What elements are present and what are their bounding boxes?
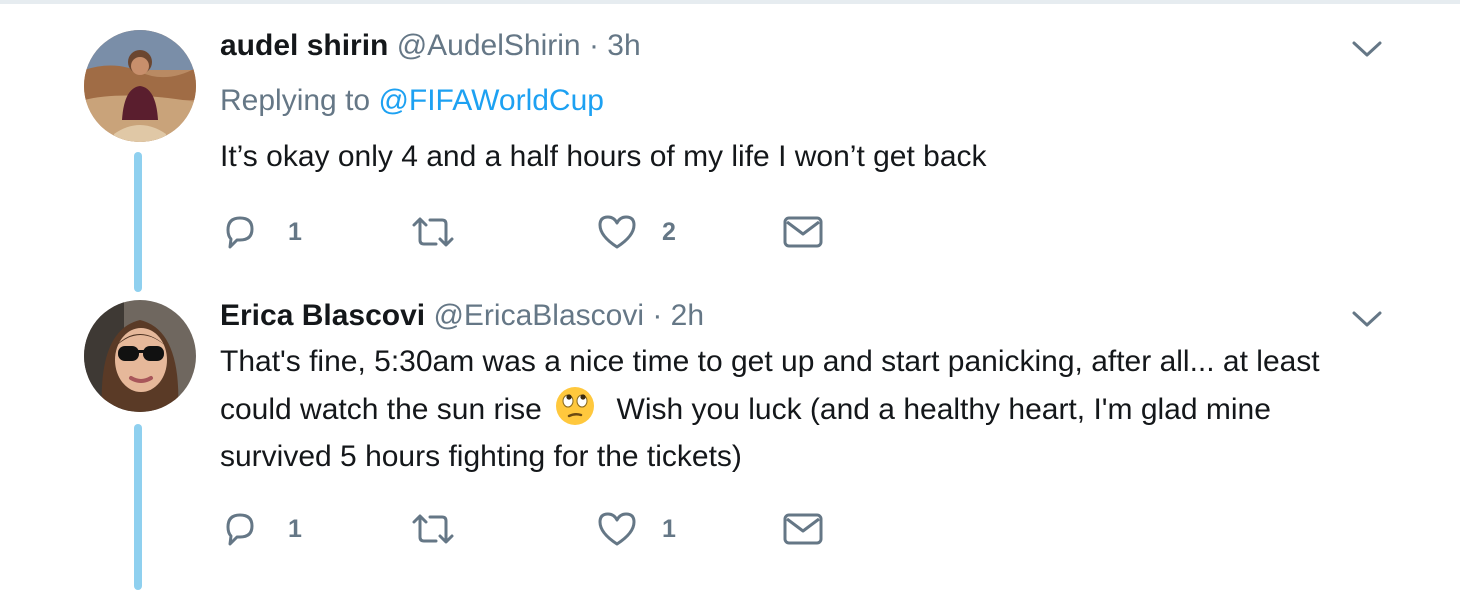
username[interactable]: @EricaBlascovi bbox=[433, 299, 644, 332]
chevron-down-icon[interactable] bbox=[1350, 38, 1384, 60]
reply-count: 1 bbox=[288, 218, 302, 246]
replying-prefix: Replying to bbox=[220, 84, 371, 117]
fullname[interactable]: Erica Blascovi bbox=[220, 299, 425, 332]
separator: · bbox=[652, 299, 663, 332]
like-icon bbox=[598, 215, 636, 249]
timestamp[interactable]: 3h bbox=[607, 29, 640, 62]
like-count: 2 bbox=[662, 218, 676, 246]
reply-button[interactable]: 1 bbox=[220, 509, 310, 549]
reply-count: 1 bbox=[288, 515, 302, 543]
retweet-icon bbox=[412, 514, 454, 544]
reply-button[interactable]: 1 bbox=[220, 212, 310, 252]
thread-line bbox=[134, 152, 142, 292]
rolling-eyes-emoji bbox=[554, 385, 596, 427]
like-button[interactable]: 1 bbox=[596, 509, 686, 549]
top-divider bbox=[0, 0, 1460, 4]
tweet-header: audel shirin @AudelShirin · 3h bbox=[220, 28, 641, 64]
avatar[interactable] bbox=[84, 30, 196, 142]
like-icon bbox=[598, 512, 636, 546]
reply-icon bbox=[226, 513, 254, 546]
direct-message-icon bbox=[783, 513, 823, 545]
avatar[interactable] bbox=[84, 300, 196, 412]
retweet-button[interactable] bbox=[410, 509, 470, 549]
direct-message-button[interactable] bbox=[782, 509, 824, 549]
separator: · bbox=[588, 29, 599, 62]
username[interactable]: @AudelShirin bbox=[397, 29, 581, 62]
thread-line bbox=[134, 424, 142, 590]
tweet-text: That's fine, 5:30am was a nice time to g… bbox=[220, 338, 1380, 480]
retweet-icon bbox=[412, 217, 454, 247]
like-count: 1 bbox=[662, 515, 676, 543]
replying-to: Replying to @FIFAWorldCup bbox=[220, 83, 604, 119]
reply-icon bbox=[226, 216, 254, 249]
retweet-button[interactable] bbox=[410, 212, 470, 252]
like-button[interactable]: 2 bbox=[596, 212, 686, 252]
timestamp[interactable]: 2h bbox=[671, 299, 704, 332]
direct-message-icon bbox=[783, 216, 823, 248]
replying-mention-link[interactable]: @FIFAWorldCup bbox=[378, 84, 604, 117]
tweet-text-content: It’s okay only 4 and a half hours of my … bbox=[220, 140, 987, 173]
fullname[interactable]: audel shirin bbox=[220, 29, 388, 62]
tweet-header: Erica Blascovi @EricaBlascovi · 2h bbox=[220, 298, 704, 334]
direct-message-button[interactable] bbox=[782, 212, 824, 252]
tweet-text: It’s okay only 4 and a half hours of my … bbox=[220, 133, 1380, 180]
chevron-down-icon[interactable] bbox=[1350, 308, 1384, 330]
